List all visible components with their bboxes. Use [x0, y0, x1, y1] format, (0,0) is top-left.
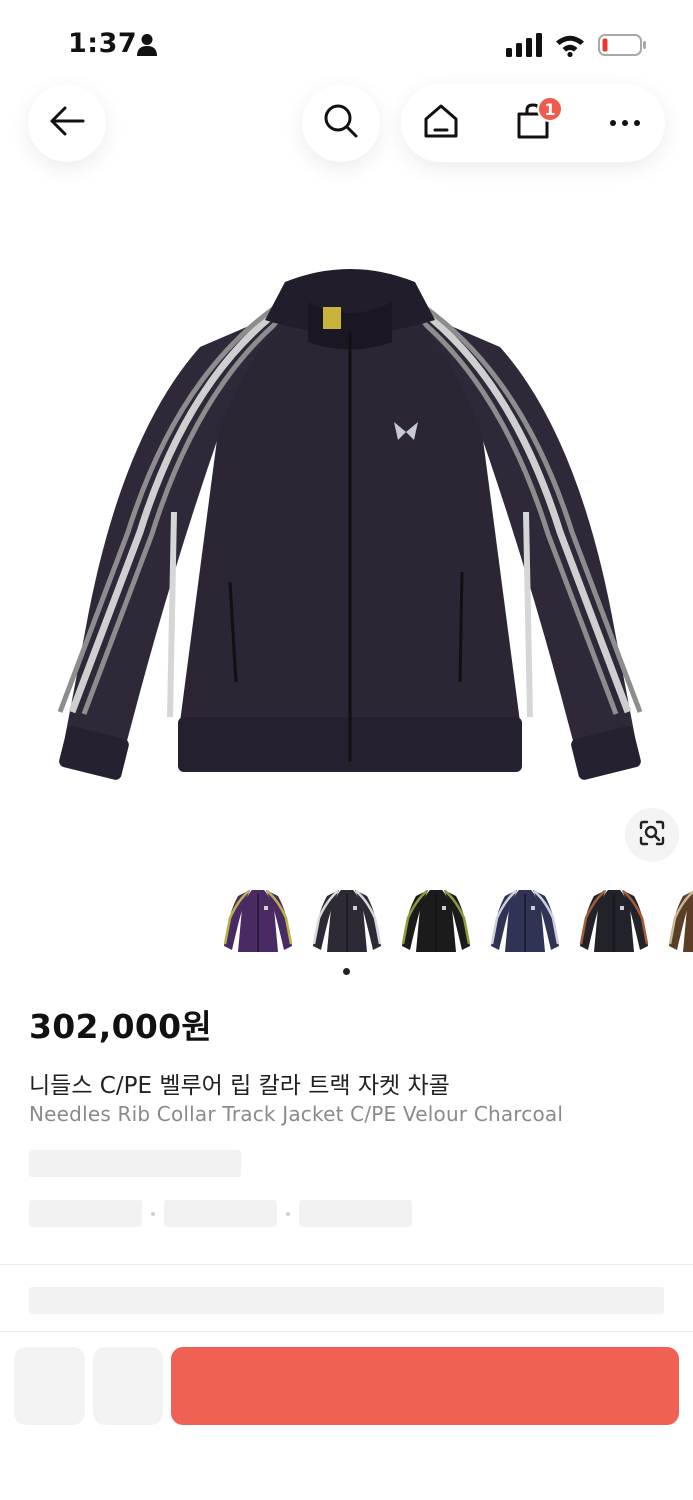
- nav-action-group: 1: [401, 84, 665, 162]
- product-thumbnail[interactable]: [222, 884, 294, 958]
- share-button[interactable]: [93, 1347, 163, 1425]
- product-thumbnail[interactable]: [578, 884, 650, 958]
- product-title-korean: 니들스 C/PE 벨루어 립 칼라 트랙 자켓 차콜: [29, 1073, 450, 1099]
- lens-search-button[interactable]: [625, 808, 679, 862]
- person-icon: [136, 33, 158, 62]
- home-button[interactable]: [401, 84, 481, 162]
- loading-placeholder: [299, 1200, 412, 1227]
- track-jacket-thumbnail-image: [490, 890, 560, 952]
- track-jacket-image: [57, 269, 643, 780]
- product-image[interactable]: [50, 262, 650, 787]
- track-jacket-thumbnail-image: [223, 890, 293, 952]
- search-icon: [323, 103, 359, 144]
- more-dots-icon: [609, 114, 641, 132]
- loading-placeholder: [29, 1287, 664, 1314]
- back-arrow-icon: [48, 105, 86, 142]
- loading-placeholder: [29, 1200, 142, 1227]
- cellular-signal-icon: [506, 33, 542, 62]
- track-jacket-thumbnail-image: [312, 890, 382, 952]
- cart-count-badge: 1: [537, 96, 563, 122]
- search-button[interactable]: [302, 84, 380, 162]
- status-bar: 1:37: [0, 0, 693, 90]
- product-thumbnail[interactable]: [311, 884, 383, 958]
- product-thumbnail[interactable]: [489, 884, 561, 958]
- more-button[interactable]: [585, 84, 665, 162]
- battery-low-icon: [598, 33, 648, 62]
- cart-button[interactable]: 1: [493, 84, 573, 162]
- bottom-bar-divider: [0, 1331, 693, 1332]
- buy-button[interactable]: [171, 1347, 679, 1425]
- product-thumbnail[interactable]: [400, 884, 472, 958]
- loading-placeholder: [29, 1150, 241, 1177]
- loading-placeholder: [164, 1200, 277, 1227]
- product-title-english: Needles Rib Collar Track Jacket C/PE Vel…: [29, 1102, 564, 1126]
- product-thumbnail[interactable]: [667, 884, 693, 958]
- track-jacket-thumbnail-image: [401, 890, 471, 952]
- status-time: 1:37: [68, 28, 138, 59]
- lens-search-icon: [638, 819, 666, 852]
- home-icon: [423, 103, 459, 144]
- separator-dot: [286, 1212, 290, 1216]
- thumbnail-strip: [0, 876, 693, 966]
- section-divider: [0, 1264, 693, 1265]
- separator-dot: [151, 1212, 155, 1216]
- wifi-icon: [555, 33, 585, 62]
- page-indicator-dot: [343, 968, 350, 975]
- track-jacket-thumbnail-image: [579, 890, 649, 952]
- track-jacket-thumbnail-image: [668, 890, 693, 952]
- product-price: 302,000원: [29, 1007, 213, 1046]
- like-button[interactable]: [14, 1347, 85, 1425]
- back-button[interactable]: [28, 84, 106, 162]
